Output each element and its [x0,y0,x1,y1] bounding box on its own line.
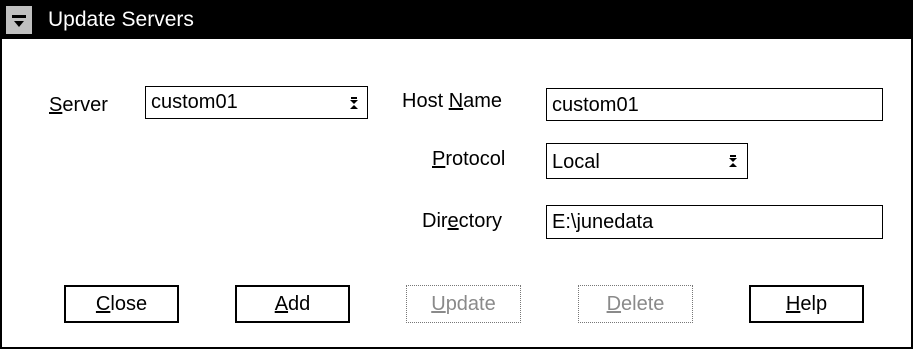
help-button[interactable]: Help [749,285,864,323]
protocol-value: Local [552,151,600,173]
server-combo[interactable]: custom01 [145,86,368,119]
directory-label: Directory [422,210,503,232]
update-button[interactable]: Update [406,285,521,323]
system-menu-icon[interactable] [6,6,34,34]
server-label: Server [49,94,108,116]
protocol-combo[interactable]: Local [546,143,748,179]
host-name-label: Host Name [402,90,503,112]
protocol-label: Protocol [432,148,506,170]
close-button[interactable]: Close [64,285,179,323]
dropdown-arrow-icon[interactable] [728,154,738,168]
directory-input[interactable]: E:\junedata [546,205,883,239]
delete-button[interactable]: Delete [578,285,693,323]
host-name-input[interactable]: custom01 [546,88,883,121]
add-button[interactable]: Add [235,285,350,323]
dropdown-arrow-icon[interactable] [349,96,359,110]
server-value: custom01 [151,91,238,113]
window-title: Update Servers [48,8,194,31]
host-name-value: custom01 [552,94,639,116]
title-bar: Update Servers [2,2,911,39]
directory-value: E:\junedata [552,211,654,233]
update-servers-dialog: Update Servers Server custom01 Host Name… [0,0,913,349]
